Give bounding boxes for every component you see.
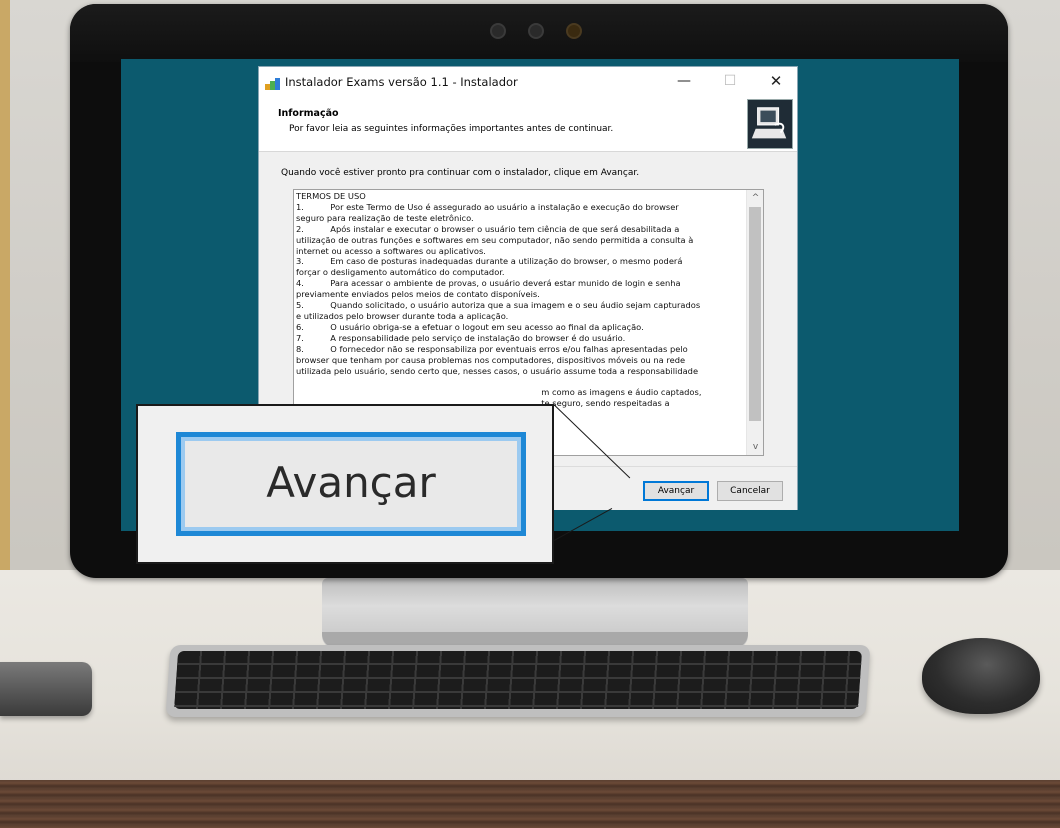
mouse [922,638,1040,714]
phone [0,662,92,716]
scroll-down-icon[interactable]: v [747,439,763,455]
window-title: Instalador Exams versão 1.1 - Instalador [285,75,518,89]
indicator-light-icon [566,23,582,39]
terms-text: TERMOS DE USO 1. Por este Termo de Uso é… [296,191,702,419]
webcam-icon [490,23,506,39]
minimize-icon[interactable]: — [661,67,707,97]
cancel-button[interactable]: Cancelar [717,481,783,501]
scroll-thumb[interactable] [749,207,761,421]
title-bar[interactable]: Instalador Exams versão 1.1 - Instalador… [259,67,797,97]
keyboard [165,645,871,717]
next-button[interactable]: Avançar [643,481,709,501]
zoom-callout: Avançar [136,404,554,564]
page-title: Informação [278,108,339,119]
close-icon[interactable]: ✕ [753,67,799,97]
installer-app-icon [265,78,280,90]
computer-install-icon [747,99,793,149]
monitor-bezel [70,4,1008,62]
ready-instruction: Quando você estiver pronto pra continuar… [281,168,640,178]
zoomed-next-button: Avançar [176,432,526,536]
maximize-icon[interactable]: ☐ [707,67,753,97]
sensor-icon [528,23,544,39]
keyboard-keys [174,651,863,709]
scroll-up-icon[interactable]: ^ [747,190,763,206]
page-subtitle: Por favor leia as seguintes informações … [289,124,614,134]
desk-edge [0,780,1060,828]
vertical-scrollbar[interactable]: ^ v [746,190,763,455]
